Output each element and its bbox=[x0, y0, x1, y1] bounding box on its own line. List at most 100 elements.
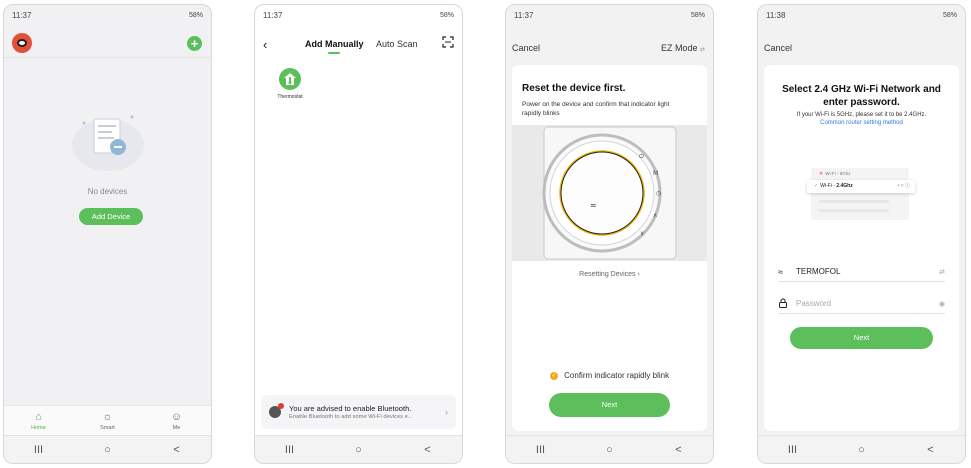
password-input[interactable] bbox=[796, 299, 939, 308]
reset-card: Reset the device first. Power on the dev… bbox=[512, 65, 707, 431]
no-devices-text: No devices bbox=[87, 187, 128, 196]
system-nav-bar: III ○ < bbox=[758, 435, 965, 463]
tab-add-manually[interactable]: Add Manually bbox=[305, 39, 364, 49]
svg-text:∧: ∧ bbox=[653, 212, 657, 219]
status-bar: 11:37 58% bbox=[4, 5, 211, 25]
bluetooth-banner-subtitle: Enable Bluetooth to add some Wi-Fi devic… bbox=[289, 414, 413, 420]
status-time: 11:37 bbox=[514, 10, 534, 20]
check-icon: ✓ bbox=[814, 183, 819, 189]
wifi-24g-prefix: Wi-Fi - bbox=[820, 183, 837, 189]
thermostat-image: ≈ ⏻ M ◷ ∧ ∨ bbox=[512, 125, 707, 261]
house-thermometer-icon bbox=[284, 73, 296, 85]
recent-apps-button[interactable]: III bbox=[24, 444, 54, 456]
ez-mode-switch[interactable]: EZ Mode ⇄ bbox=[661, 43, 705, 53]
lock-wifi-info-icons: • ≈ ⓘ bbox=[897, 183, 910, 189]
add-plus-button[interactable]: + bbox=[187, 36, 202, 51]
system-home-button[interactable]: ○ bbox=[93, 444, 123, 456]
placeholder-line bbox=[819, 209, 889, 212]
wifi-24g-band: 2.4Ghz bbox=[836, 183, 853, 189]
status-bar: 11:37 58% bbox=[506, 5, 713, 25]
back-chevron-icon[interactable]: ‹ bbox=[263, 37, 267, 52]
alert-badge bbox=[278, 403, 284, 409]
avatar-eye-icon bbox=[17, 39, 27, 47]
phone-wifi-setup-screen: 11:38 58% Cancel Select 2.4 GHz Wi-Fi Ne… bbox=[757, 4, 966, 464]
wifi-band-illustration: ✕ Wi-Fi - 5Ghz ✓ Wi-Fi - 2.4Ghz • ≈ ⓘ bbox=[807, 168, 915, 220]
confirm-blink-label: Confirm indicator rapidly blink bbox=[564, 371, 670, 380]
header-divider bbox=[4, 57, 211, 58]
tab-home-label: Home bbox=[31, 424, 46, 431]
wifi-card: Select 2.4 GHz Wi-Fi Network and enter p… bbox=[764, 65, 959, 431]
status-bar: 11:38 58% bbox=[758, 5, 965, 25]
system-nav-bar: III ○ < bbox=[506, 435, 713, 463]
user-icon: ☺ bbox=[170, 410, 183, 423]
system-back-button[interactable]: < bbox=[664, 444, 694, 456]
lock-icon bbox=[778, 295, 796, 313]
tab-me-label: Me bbox=[172, 424, 181, 431]
status-battery: 58% bbox=[942, 11, 957, 19]
thermostat-label: Thermostat bbox=[277, 94, 303, 100]
cancel-button[interactable]: Cancel bbox=[512, 43, 540, 53]
system-home-button[interactable]: ○ bbox=[847, 444, 877, 456]
chevron-right-icon: › bbox=[445, 407, 448, 417]
thermostat-device-icon[interactable] bbox=[279, 68, 301, 90]
system-nav-bar: III ○ < bbox=[255, 435, 462, 463]
recent-apps-button[interactable]: III bbox=[526, 444, 556, 456]
phone-reset-device-screen: 11:37 58% Cancel EZ Mode ⇄ Reset the dev… bbox=[505, 4, 714, 464]
router-setting-link[interactable]: Common router setting method bbox=[770, 120, 953, 126]
password-row: ◉ bbox=[778, 294, 945, 314]
bluetooth-icon bbox=[269, 403, 284, 418]
svg-text:⏻: ⏻ bbox=[639, 153, 644, 160]
next-button[interactable]: Next bbox=[549, 393, 670, 417]
home-icon: ⌂ bbox=[35, 410, 42, 423]
scan-icon[interactable] bbox=[442, 36, 454, 48]
chevron-right-icon: › bbox=[637, 271, 640, 278]
resetting-devices-label: Resetting Devices bbox=[579, 271, 636, 278]
switch-mode-icon: ⇄ bbox=[699, 47, 705, 53]
tab-smart[interactable]: ☼ Smart bbox=[88, 411, 128, 431]
status-time: 11:37 bbox=[263, 10, 283, 20]
status-battery: 58% bbox=[690, 11, 705, 19]
status-bar: 11:37 58% bbox=[255, 5, 462, 25]
svg-text:◷: ◷ bbox=[656, 190, 661, 197]
next-button[interactable]: Next bbox=[790, 327, 933, 349]
tab-home[interactable]: ⌂ Home bbox=[19, 411, 59, 431]
ez-mode-label: EZ Mode bbox=[660, 43, 698, 53]
avatar[interactable] bbox=[12, 33, 32, 53]
wifi-ssid-row[interactable]: ≈ TERMOFOL ⇄ bbox=[778, 262, 945, 282]
check-circle-icon: ✓ bbox=[549, 371, 558, 380]
thermostat-dial-illustration: ≈ ⏻ M ◷ ∧ ∨ bbox=[542, 126, 677, 260]
system-home-button[interactable]: ○ bbox=[344, 444, 374, 456]
wifi-ssid-value: TERMOFOL bbox=[796, 267, 841, 276]
status-time: 11:37 bbox=[12, 10, 32, 20]
active-tab-indicator bbox=[328, 52, 340, 54]
eye-icon[interactable]: ◉ bbox=[939, 300, 945, 308]
status-battery: 58% bbox=[439, 11, 454, 19]
tab-smart-label: Smart bbox=[100, 424, 115, 431]
system-back-button[interactable]: < bbox=[162, 444, 192, 456]
cancel-button[interactable]: Cancel bbox=[764, 43, 792, 53]
wifi-5g-label: Wi-Fi - 5Ghz bbox=[825, 171, 851, 176]
bluetooth-banner[interactable]: You are advised to enable Bluetooth. Ena… bbox=[261, 395, 456, 429]
x-icon: ✕ bbox=[819, 171, 824, 177]
wifi-description: If your Wi-Fi is 5GHz, please set it to … bbox=[796, 112, 927, 118]
phone-add-device-screen: 11:37 58% ‹ Add Manually Auto Scan Therm… bbox=[254, 4, 463, 464]
confirm-blink-checkbox[interactable]: ✓ Confirm indicator rapidly blink bbox=[512, 371, 707, 380]
tab-auto-scan[interactable]: Auto Scan bbox=[376, 39, 418, 49]
switch-network-icon[interactable]: ⇄ bbox=[939, 268, 945, 276]
svg-text:≈: ≈ bbox=[590, 201, 597, 210]
system-home-button[interactable]: ○ bbox=[595, 444, 625, 456]
wifi-5g-example: ✕ Wi-Fi - 5Ghz bbox=[819, 171, 850, 177]
bottom-tab-bar: ⌂ Home ☼ Smart ☺ Me bbox=[4, 405, 211, 435]
system-back-button[interactable]: < bbox=[916, 444, 946, 456]
phone-home-screen: 11:37 58% + No devices Add Device ⌂ Home… bbox=[3, 4, 212, 464]
system-back-button[interactable]: < bbox=[413, 444, 443, 456]
svg-text:∨: ∨ bbox=[640, 230, 644, 237]
empty-devices-illustration bbox=[72, 115, 144, 171]
bluetooth-banner-title: You are advised to enable Bluetooth. bbox=[289, 404, 412, 413]
system-nav-bar: III ○ < bbox=[4, 435, 211, 463]
tab-me[interactable]: ☺ Me bbox=[157, 411, 197, 431]
add-device-button[interactable]: Add Device bbox=[79, 208, 143, 225]
resetting-devices-link[interactable]: Resetting Devices › bbox=[512, 271, 707, 278]
recent-apps-button[interactable]: III bbox=[275, 444, 305, 456]
recent-apps-button[interactable]: III bbox=[778, 444, 808, 456]
